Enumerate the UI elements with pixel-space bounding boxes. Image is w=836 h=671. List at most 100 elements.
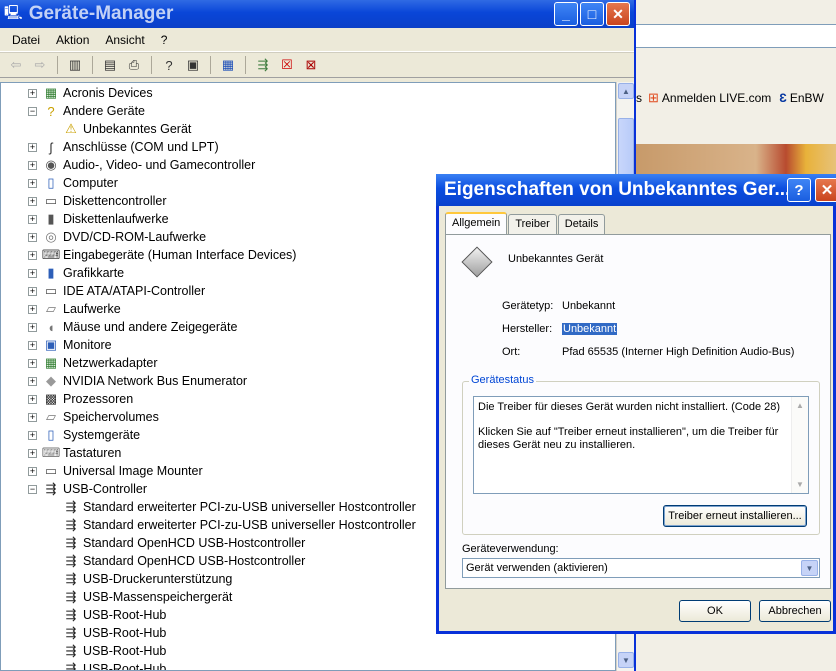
tree-item[interactable]: ⇶ Standard OpenHCD USB-Hostcontroller [63, 534, 306, 552]
expand-icon[interactable]: + [28, 232, 37, 242]
expand-icon[interactable]: + [28, 340, 37, 350]
display-icon: ▮ [47, 265, 55, 280]
device-status-text[interactable]: Die Treiber für dieses Gerät wurden nich… [473, 396, 809, 494]
tree-item[interactable]: + ▦ Acronis Devices [28, 84, 153, 102]
tree-item[interactable]: −? Andere Geräte [28, 102, 145, 120]
tree-item[interactable]: + ⌨ Tastaturen [28, 444, 121, 462]
expand-icon[interactable]: + [28, 286, 37, 296]
collapse-icon[interactable]: − [28, 484, 37, 494]
status-scrollbar[interactable]: ▲ ▼ [791, 397, 808, 493]
tree-item-label: Audio-, Video- und Gamecontroller [63, 158, 256, 172]
close-icon: ✕ [820, 182, 834, 199]
tree-item[interactable]: + ◉ Audio-, Video- und Gamecontroller [28, 156, 255, 174]
tree-item[interactable]: ⇶ USB-Massenspeichergerät [63, 588, 233, 606]
expand-icon[interactable]: + [28, 250, 37, 260]
tree-item[interactable]: ⇶ Standard OpenHCD USB-Hostcontroller [63, 552, 306, 570]
dialog-help-button[interactable]: ? [787, 178, 811, 202]
tree-item[interactable]: + ▣ Monitore [28, 336, 112, 354]
scroll-up-button[interactable]: ▲ [618, 83, 634, 99]
tree-item[interactable]: + ▭ Universal Image Mounter [28, 462, 203, 480]
expand-icon[interactable]: + [28, 430, 37, 440]
tree-item[interactable]: + ▯ Computer [28, 174, 118, 192]
tree-item[interactable]: ⇶ Standard erweiterter PCI-zu-USB univers… [63, 516, 416, 534]
tree-item[interactable]: + ▦ Netzwerkadapter [28, 354, 158, 372]
tree-item[interactable]: + ◎ DVD/CD-ROM-Laufwerke [28, 228, 206, 246]
menu-aktion[interactable]: Aktion [48, 31, 97, 49]
expand-icon[interactable]: + [28, 448, 37, 458]
expand-icon[interactable]: + [28, 178, 37, 188]
show-hide-tree-button[interactable]: ▥ [65, 55, 85, 75]
dropdown-button[interactable]: ▼ [801, 560, 818, 576]
tree-item[interactable]: + ▭ Diskettencontroller [28, 192, 167, 210]
expand-icon[interactable]: + [28, 466, 37, 476]
tree-item[interactable]: ⇶ USB-Root-Hub [63, 624, 167, 642]
view-button[interactable]: ▣ [183, 55, 203, 75]
expand-icon[interactable]: + [28, 214, 37, 224]
address-bar[interactable] [636, 24, 836, 48]
tree-item[interactable]: + ʃ Anschlüsse (COM und LPT) [28, 138, 219, 156]
partial-link[interactable]: s [636, 91, 642, 105]
ok-button[interactable]: OK [679, 600, 751, 622]
expand-icon[interactable]: + [28, 196, 37, 206]
scroll-down-button[interactable]: ▼ [618, 652, 634, 668]
disable-button[interactable]: ⊠ [301, 55, 321, 75]
tree-item[interactable]: + ◆ NVIDIA Network Bus Enumerator [28, 372, 247, 390]
tree-item-label: USB-Massenspeichergerät [83, 590, 233, 604]
back-button[interactable]: ⇦ [6, 55, 26, 75]
tree-item[interactable]: ⚠ Unbekanntes Gerät [63, 120, 191, 138]
tree-item[interactable]: + ▩ Prozessoren [28, 390, 133, 408]
expand-icon[interactable]: + [28, 376, 37, 386]
diamond-icon: ◆ [46, 373, 56, 388]
tree-item[interactable]: + ▯ Systemgeräte [28, 426, 140, 444]
tree-item[interactable]: ⇶ USB-Root-Hub [63, 660, 167, 670]
properties-button[interactable]: ▤ [100, 55, 120, 75]
expand-icon[interactable]: + [28, 268, 37, 278]
expand-icon[interactable]: + [28, 160, 37, 170]
expand-icon[interactable]: + [28, 412, 37, 422]
tree-item[interactable]: + ▱ Speichervolumes [28, 408, 159, 426]
tree-item[interactable]: ⇶ USB-Druckerunterstützung [63, 570, 233, 588]
forward-button[interactable]: ⇨ [30, 55, 50, 75]
minimize-button[interactable]: _ [554, 2, 578, 26]
expand-icon[interactable]: + [28, 394, 37, 404]
link-enbw[interactable]: Ɛ EnBW [779, 91, 824, 105]
tree-item[interactable]: ⇶ USB-Root-Hub [63, 606, 167, 624]
tree-item[interactable]: + ▮ Grafikkarte [28, 264, 124, 282]
close-button[interactable]: ✕ [606, 2, 630, 26]
tree-item[interactable]: + ◖ Mäuse und andere Zeigegeräte [28, 318, 237, 336]
window-titlebar[interactable]: 🖳 Geräte-Manager _ □ ✕ [0, 0, 634, 28]
cancel-button[interactable]: Abbrechen [759, 600, 831, 622]
device-usage-select[interactable]: Gerät verwenden (aktivieren) ▼ [462, 558, 820, 578]
tab-treiber[interactable]: Treiber [508, 214, 557, 234]
expand-icon[interactable]: + [28, 304, 37, 314]
expand-icon[interactable]: + [28, 358, 37, 368]
link-anmelden-live[interactable]: ⊞ Anmelden LIVE.com [648, 90, 771, 106]
tree-item[interactable]: + ⌨ Eingabegeräte (Human Interface Devices… [28, 246, 296, 264]
tree-item[interactable]: ⇶ USB-Root-Hub [63, 642, 167, 660]
print-button[interactable]: ⎙ [124, 55, 144, 75]
reinstall-driver-button[interactable]: Treiber erneut installieren... [663, 505, 807, 527]
manufacturer-value[interactable]: Unbekannt [562, 323, 618, 335]
menu-datei[interactable]: Datei [4, 31, 48, 49]
maximize-button[interactable]: □ [580, 2, 604, 26]
collapse-icon[interactable]: − [28, 106, 37, 116]
tree-item[interactable]: + ▱ Laufwerke [28, 300, 121, 318]
tab-details[interactable]: Details [557, 214, 606, 234]
tree-item[interactable]: + ▮ Diskettenlaufwerke [28, 210, 169, 228]
tree-item[interactable]: + ▭ IDE ATA/ATAPI-Controller [28, 282, 205, 300]
uninstall-button[interactable]: ☒ [277, 55, 297, 75]
update-driver-button[interactable]: ⇶ [253, 55, 273, 75]
dialog-titlebar[interactable]: Eigenschaften von Unbekanntes Ger... ? ✕ [436, 174, 836, 206]
menu-help[interactable]: ? [153, 31, 176, 49]
dialog-close-button[interactable]: ✕ [815, 178, 836, 202]
expand-icon[interactable]: + [28, 88, 37, 98]
expand-icon[interactable]: + [28, 142, 37, 152]
tree-item[interactable]: − ⇶ USB-Controller [28, 480, 147, 498]
help-button[interactable]: ? [159, 55, 179, 75]
menu-ansicht[interactable]: Ansicht [97, 31, 152, 49]
tab-allgemein[interactable]: Allgemein [445, 212, 508, 234]
tree-item[interactable]: ⇶ Standard erweiterter PCI-zu-USB univers… [63, 498, 416, 516]
expand-icon[interactable]: + [28, 322, 37, 332]
scan-hardware-button[interactable]: ▦ [218, 55, 238, 75]
tree-item-label: Grafikkarte [63, 266, 125, 280]
